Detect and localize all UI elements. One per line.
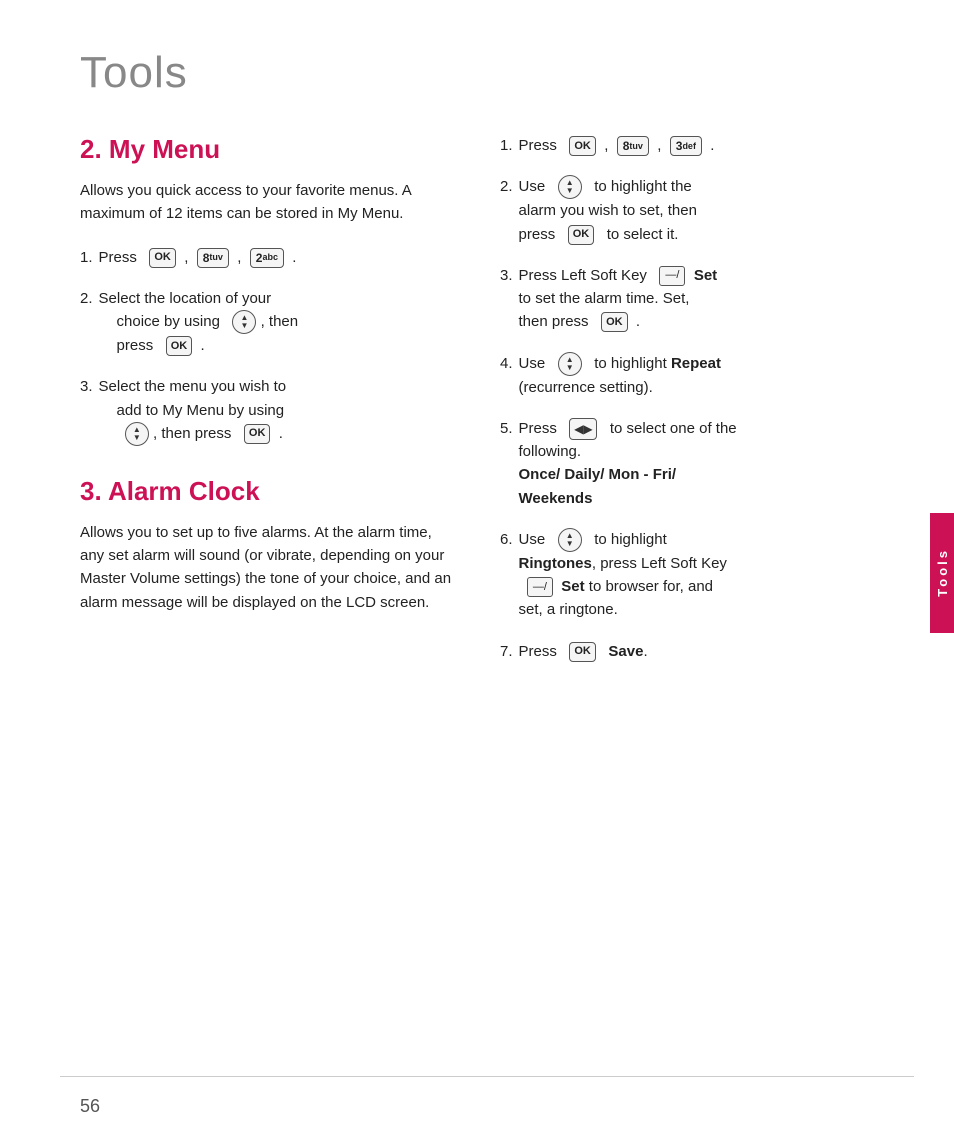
left-step-3: 3. Select the menu you wish to add to My… [80, 375, 460, 446]
section3-heading: 3. Alarm Clock [80, 476, 460, 507]
page-number: 56 [80, 1096, 100, 1117]
content-columns: 2. My Menu Allows you quick access to yo… [80, 134, 894, 681]
step-content: Press OK , 8tuv , 3def . [519, 134, 894, 157]
ok-key-icon: OK [568, 225, 595, 245]
step-num: 4. [500, 352, 513, 375]
right-step-4: 4. Use ▲▼ to highlight Repeat (recurrenc… [500, 352, 894, 399]
ok-key-icon: OK [244, 424, 271, 444]
step-num: 2. [500, 175, 513, 198]
right-step-3: 3. Press Left Soft Key —/ Set to set the… [500, 264, 894, 334]
2abc-key-icon: 2abc [250, 248, 284, 268]
left-step-1: 1. Press OK , 8tuv , 2abc . [80, 246, 460, 269]
soft-key-icon: —/ [659, 266, 685, 286]
step-content: Press OK , 8tuv , 2abc . [99, 246, 460, 269]
step-num: 2. [80, 287, 93, 310]
soft-key-icon: —/ [527, 577, 553, 597]
right-step-5: 5. Press ◀▶ to select one of the followi… [500, 417, 894, 510]
right-column: 1. Press OK , 8tuv , 3def . 2. Use [500, 134, 894, 681]
3def-key-icon: 3def [670, 136, 702, 156]
step-content: Select the location of your choice by us… [99, 287, 460, 358]
step-num: 6. [500, 528, 513, 551]
step-num: 1. [500, 134, 513, 157]
step-num: 7. [500, 640, 513, 663]
left-column: 2. My Menu Allows you quick access to yo… [80, 134, 460, 681]
nav-key-icon: ▲▼ [558, 528, 582, 552]
right-step-6: 6. Use ▲▼ to highlight Ringtones, press … [500, 528, 894, 622]
step-content: Use ▲▼ to highlight Repeat (recurrence s… [519, 352, 894, 399]
right-step-7: 7. Press OK Save. [500, 640, 894, 663]
nav-key-icon: ▲▼ [125, 422, 149, 446]
ok-key-icon: OK [149, 248, 176, 268]
section2-heading: 2. My Menu [80, 134, 460, 165]
step-content: Use ▲▼ to highlight the alarm you wish t… [519, 175, 894, 246]
step-content: Press OK Save. [519, 640, 894, 663]
page-container: Tools 2. My Menu Allows you quick access… [0, 0, 954, 1145]
right-step-1: 1. Press OK , 8tuv , 3def . [500, 134, 894, 157]
side-tab-label: Tools [935, 548, 950, 597]
nav-key-icon: ▲▼ [558, 175, 582, 199]
step-num: 3. [500, 264, 513, 287]
ok-key-icon: OK [569, 642, 596, 662]
ok-key-icon: OK [601, 312, 628, 332]
side-tab: Tools [930, 513, 954, 633]
step-num: 5. [500, 417, 513, 440]
ok-key-icon: OK [569, 136, 596, 156]
step-content: Press ◀▶ to select one of the following.… [519, 417, 894, 510]
lr-key-icon: ◀▶ [569, 418, 597, 440]
step-num: 3. [80, 375, 93, 398]
step-content: Press Left Soft Key —/ Set to set the al… [519, 264, 894, 334]
step-num: 1. [80, 246, 93, 269]
page-divider [60, 1076, 914, 1077]
ok-key-icon: OK [166, 336, 193, 356]
nav-key-icon: ▲▼ [558, 352, 582, 376]
8tuv-key-icon: 8tuv [197, 248, 229, 268]
left-step-2: 2. Select the location of your choice by… [80, 287, 460, 358]
page-title: Tools [80, 48, 894, 98]
section3-description: Allows you to set up to five alarms. At … [80, 521, 460, 614]
step-content: Use ▲▼ to highlight Ringtones, press Lef… [519, 528, 894, 622]
8tuv-key-icon: 8tuv [617, 136, 649, 156]
step-content: Select the menu you wish to add to My Me… [99, 375, 460, 446]
right-step-2: 2. Use ▲▼ to highlight the alarm you wis… [500, 175, 894, 246]
section2-description: Allows you quick access to your favorite… [80, 179, 460, 226]
nav-key-icon: ▲▼ [232, 310, 256, 334]
